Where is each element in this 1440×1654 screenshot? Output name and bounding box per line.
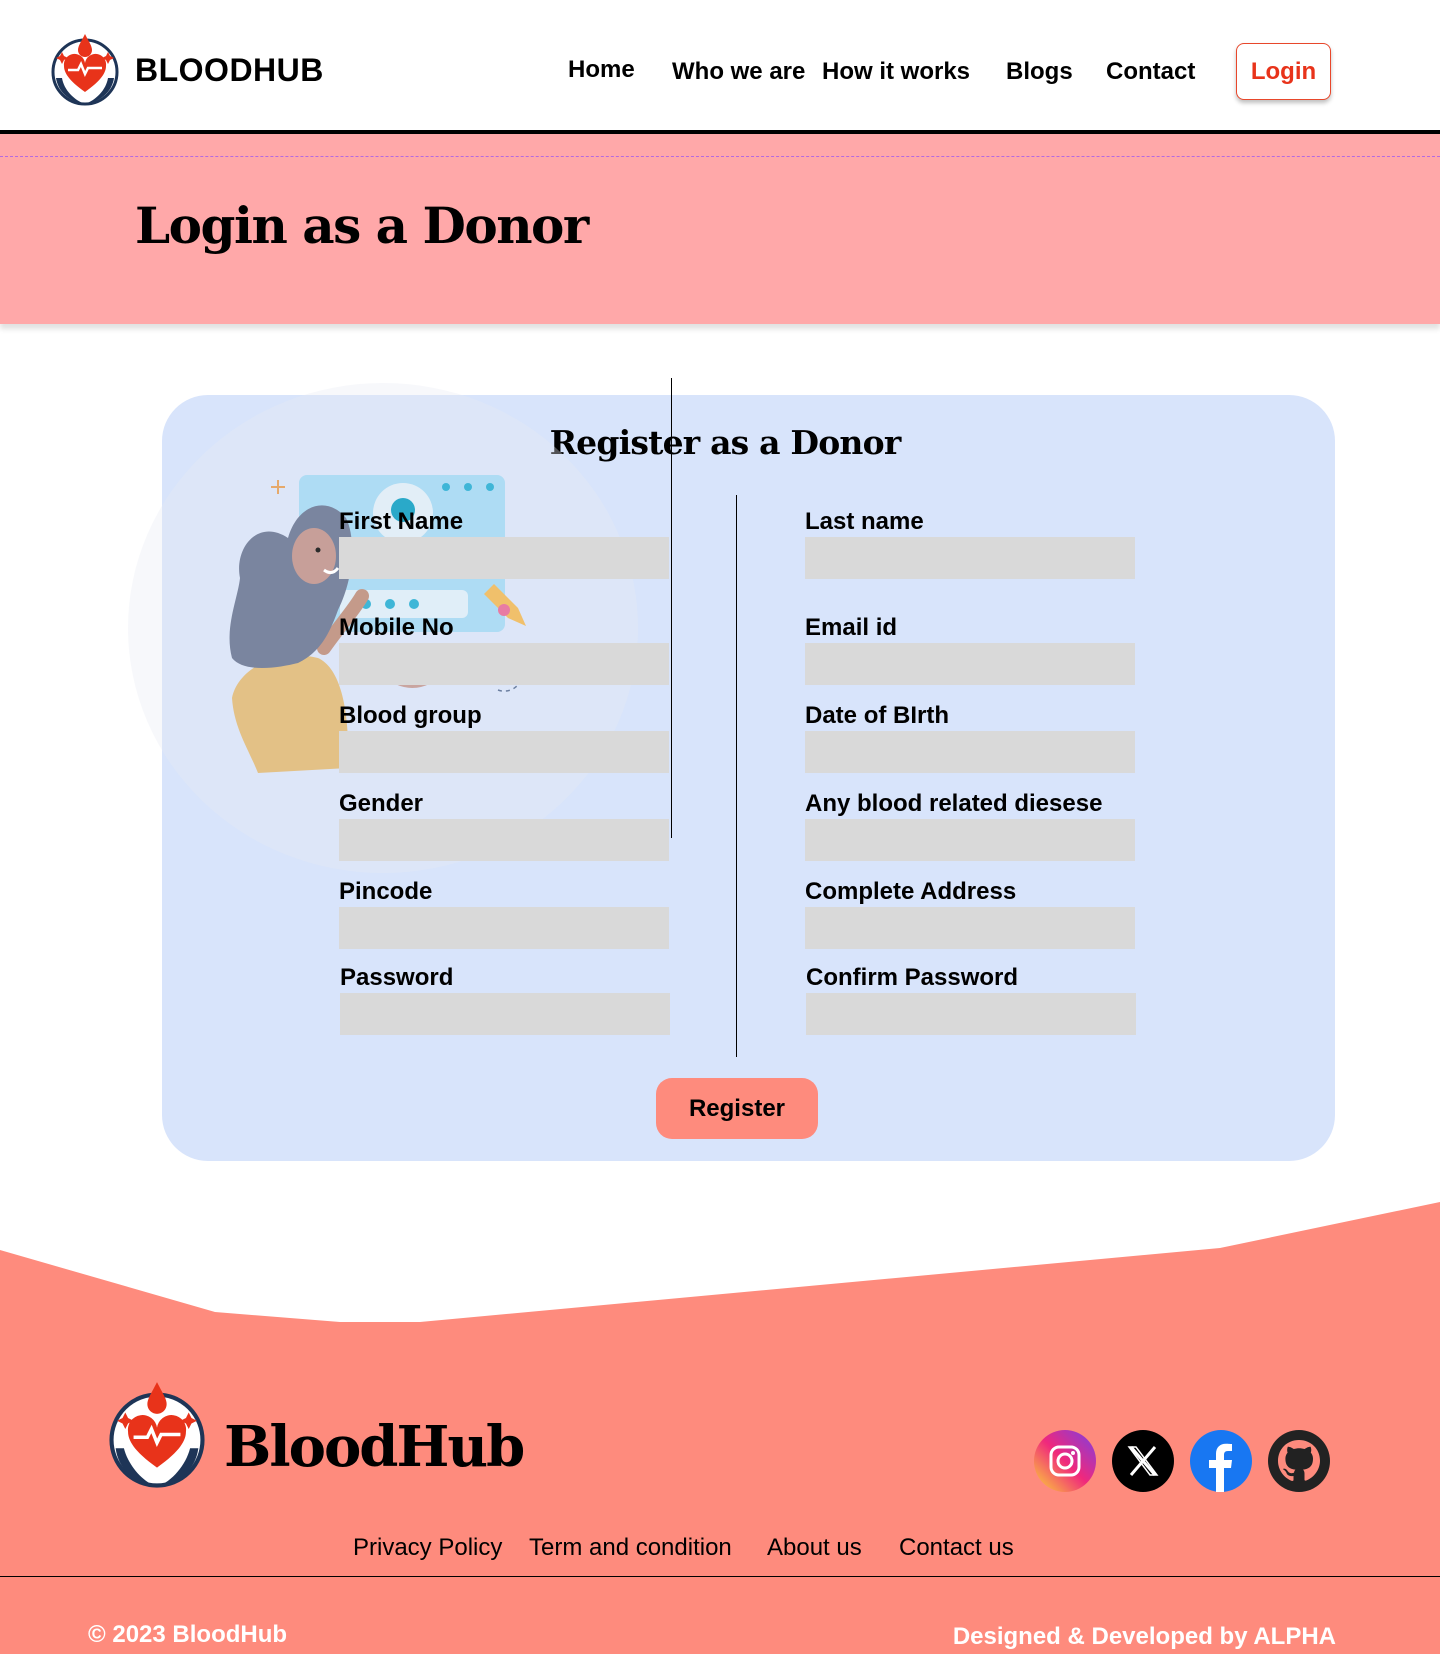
mobile-input[interactable] [339,643,669,685]
github-icon[interactable] [1268,1430,1330,1492]
nav-blogs[interactable]: Blogs [1006,58,1073,86]
first-name-label: First Name [339,508,464,535]
email-input[interactable] [805,643,1135,685]
disease-label: Any blood related diesese [805,790,1103,817]
register-button[interactable]: Register [656,1078,818,1139]
footer-logo-icon[interactable] [106,1378,208,1491]
last-name-label: Last name [805,508,924,535]
dob-input[interactable] [805,731,1135,773]
footer-background [0,1202,1440,1654]
footer-brand-name: BloodHub [224,1414,525,1480]
footer-link-terms[interactable]: Term and condition [529,1534,732,1562]
bloodhub-logo-icon[interactable] [48,30,122,106]
nav-who-we-are[interactable]: Who we are [672,58,805,86]
email-label: Email id [805,614,898,641]
page-title: Login as a Donor [135,196,589,255]
password-input[interactable] [340,993,670,1035]
x-icon[interactable] [1112,1430,1174,1492]
title-band: Login as a Donor [0,134,1440,324]
copyright-text: © 2023 BloodHub [88,1621,288,1648]
address-input[interactable] [805,907,1135,949]
pincode-label: Pincode [339,878,433,905]
credit-text: Designed & Developed by ALPHA [952,1623,1336,1650]
confirm-password-label: Confirm Password [806,964,1019,991]
mobile-label: Mobile No [339,614,454,641]
first-name-input[interactable] [339,537,669,579]
footer-divider [0,1576,1440,1577]
nav-home[interactable]: Home [568,56,635,84]
blood-group-label: Blood group [339,702,482,729]
dashed-guide [0,156,1440,157]
form-column-divider [736,495,737,1057]
pincode-input[interactable] [339,907,669,949]
form-title: Register as a Donor [549,423,902,462]
instagram-icon[interactable] [1034,1430,1096,1492]
site-header: BLOODHUB Home Who we are How it works Bl… [0,0,1440,134]
guide-line [671,378,672,838]
disease-input[interactable] [805,819,1135,861]
password-label: Password [340,964,454,991]
last-name-input[interactable] [805,537,1135,579]
dob-label: Date of BIrth [805,702,949,729]
footer-link-contact-us[interactable]: Contact us [899,1534,1014,1562]
footer-link-privacy-policy[interactable]: Privacy Policy [353,1534,502,1562]
blood-group-input[interactable] [339,731,669,773]
footer-link-about-us[interactable]: About us [767,1534,862,1562]
address-label: Complete Address [805,878,1017,905]
gender-label: Gender [339,790,424,817]
facebook-icon[interactable] [1190,1430,1252,1492]
register-card: Register as a Donor [162,395,1335,1161]
confirm-password-input[interactable] [806,993,1136,1035]
login-button[interactable]: Login [1236,43,1331,100]
brand-name: BLOODHUB [135,52,324,88]
nav-contact[interactable]: Contact [1106,58,1195,86]
nav-how-it-works[interactable]: How it works [822,58,970,86]
gender-input[interactable] [339,819,669,861]
